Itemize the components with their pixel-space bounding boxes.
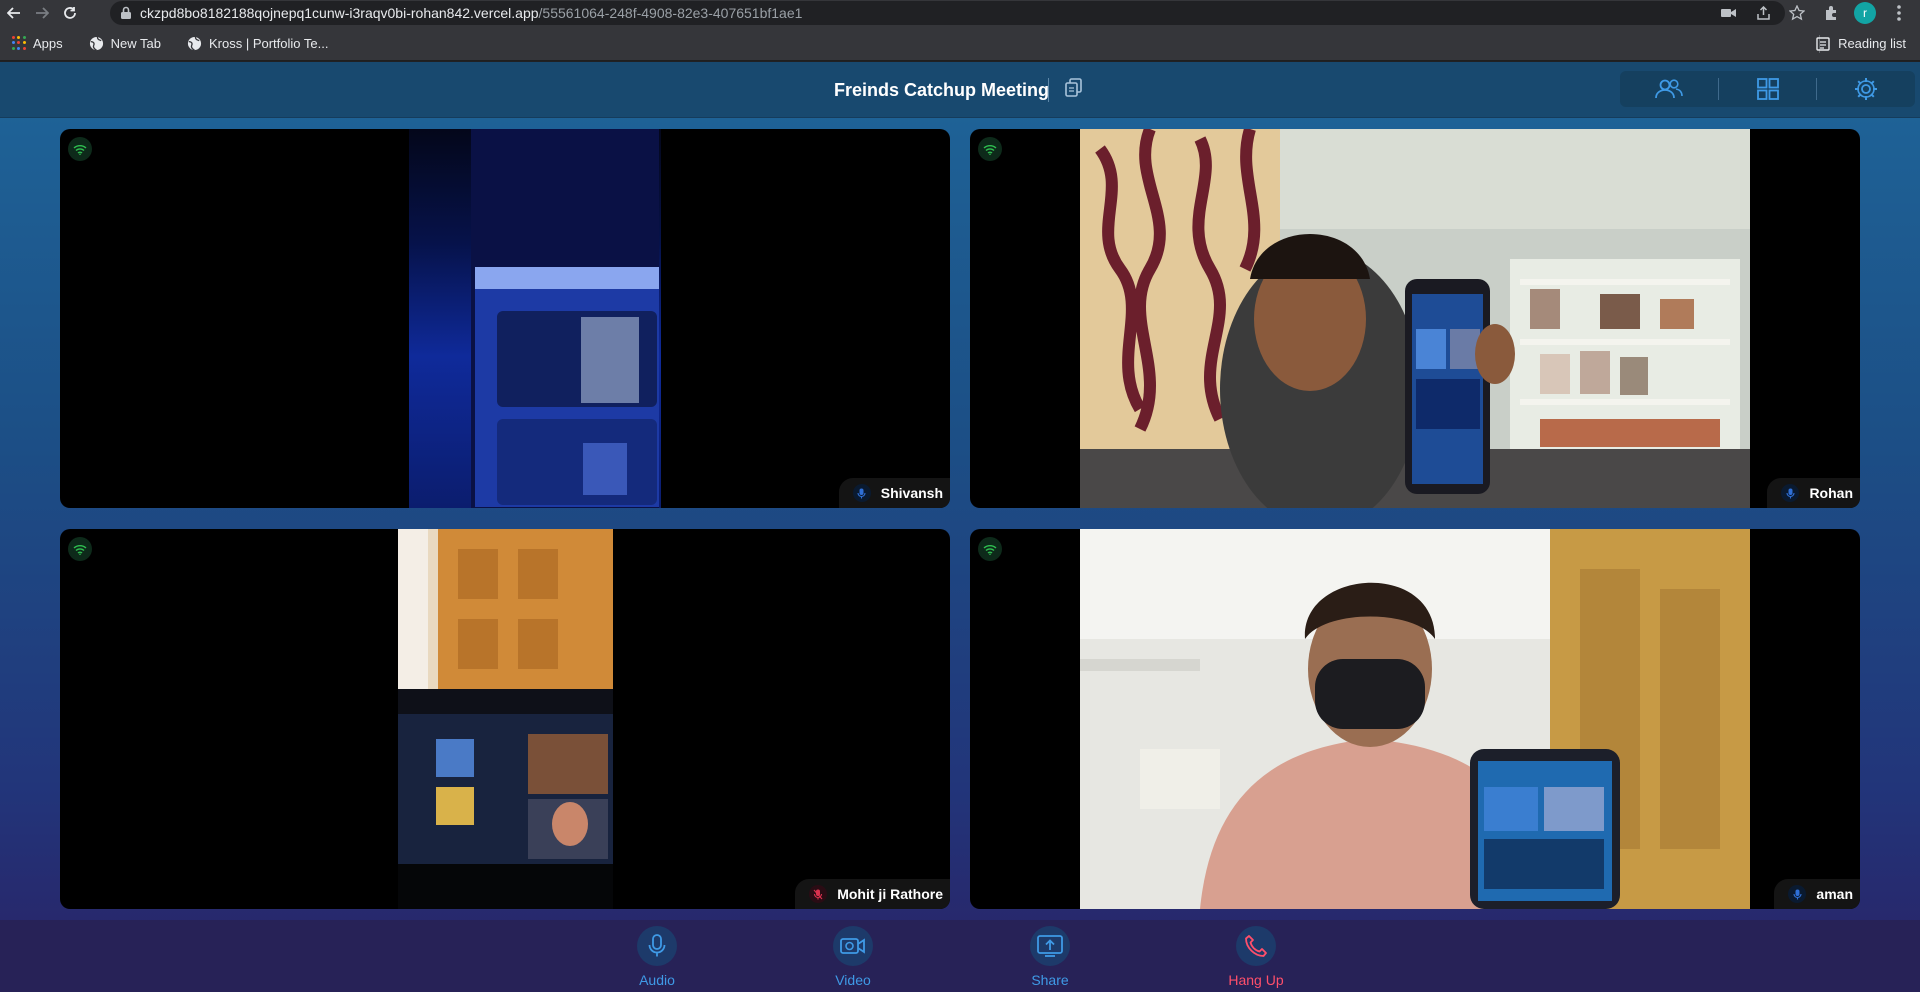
meeting-title: Freinds Catchup Meeting (834, 80, 1050, 100)
grid-view-button[interactable] (1719, 71, 1817, 107)
participants-icon (1654, 79, 1683, 99)
apps-grid-icon (12, 36, 26, 50)
bookmark-label: Apps (33, 35, 63, 51)
back-icon[interactable] (0, 0, 28, 26)
divider (1048, 78, 1049, 102)
participant-name: Mohit ji Rathore (837, 886, 943, 902)
connection-signal-icon (68, 537, 92, 561)
gear-icon (1855, 78, 1878, 100)
view-controls (1620, 71, 1915, 107)
settings-button[interactable] (1817, 71, 1915, 107)
participant-name-tag: aman (1774, 879, 1860, 909)
participant-tile[interactable]: Shivansh (60, 129, 950, 508)
video-frame (1080, 129, 1750, 508)
meeting-app: Freinds Catchup Meeting Shivansh Rohan M… (0, 62, 1920, 992)
reading-list-label: Reading list (1838, 36, 1906, 51)
connection-signal-icon (68, 137, 92, 161)
bookmark-label: New Tab (110, 35, 161, 51)
video-label: Video (835, 972, 871, 988)
hang-up-label: Hang Up (1228, 972, 1284, 988)
bookmark-label: Kross | Portfolio Te... (208, 35, 329, 51)
mic-on-icon (1781, 484, 1800, 502)
participant-name: aman (1816, 886, 1853, 902)
participant-tile[interactable]: Mohit ji Rathore (60, 529, 950, 909)
audio-button[interactable]: Audio (617, 926, 697, 988)
extensions-icon[interactable] (1820, 2, 1842, 24)
mic-on-icon (1788, 885, 1807, 903)
audio-label: Audio (639, 972, 675, 988)
participant-name-tag: Rohan (1767, 478, 1860, 508)
participant-video (398, 529, 673, 909)
bookmark-apps[interactable]: Apps (12, 36, 63, 51)
participant-tile[interactable]: aman (970, 529, 1860, 909)
share-button[interactable]: Share (1010, 926, 1090, 988)
hang-up-button[interactable]: Hang Up (1216, 926, 1296, 988)
url-text: ckzpd8bo8182188qojnepq1cunw-i3raqv0bi-ro… (140, 5, 802, 21)
share-screen-icon (1030, 926, 1070, 966)
camera-in-use-icon[interactable] (1718, 2, 1740, 24)
copy-link-icon[interactable] (1064, 77, 1084, 99)
browser-toolbar: ckzpd8bo8182188qojnepq1cunw-i3raqv0bi-ro… (0, 0, 1920, 26)
participants-button[interactable] (1620, 71, 1718, 107)
participant-name-tag: Mohit ji Rathore (795, 879, 950, 909)
mic-muted-icon (809, 885, 828, 903)
lock-icon (121, 6, 131, 19)
participant-video (409, 129, 661, 508)
participant-name: Rohan (1809, 485, 1853, 501)
reading-list-icon (1816, 36, 1830, 51)
bookmarks-bar: Apps New Tab Kross | Portfolio Te... Rea… (0, 26, 1920, 61)
participant-name: Shivansh (880, 485, 943, 501)
profile-avatar[interactable]: r (1854, 2, 1876, 24)
participant-video (1080, 529, 1750, 909)
bookmark-kross[interactable]: Kross | Portfolio Te... (187, 36, 328, 51)
bookmark-new-tab[interactable]: New Tab (89, 36, 161, 51)
participant-tile[interactable]: Rohan (970, 129, 1860, 508)
connection-signal-icon (978, 137, 1002, 161)
url-path: /55561064-248f-4908-82e3-407651bf1ae1 (538, 5, 803, 21)
participant-name-tag: Shivansh (838, 478, 950, 508)
grid-view-icon (1756, 78, 1779, 100)
meeting-header: Freinds Catchup Meeting (0, 62, 1920, 118)
call-controls: Audio Video Share Hang Up (0, 920, 1920, 992)
more-menu-icon[interactable] (1888, 2, 1910, 24)
video-frame (471, 129, 659, 508)
share-label: Share (1031, 972, 1069, 988)
video-frame (398, 529, 613, 909)
bookmark-star-icon[interactable] (1786, 2, 1808, 24)
video-button[interactable]: Video (813, 926, 893, 988)
microphone-icon (637, 926, 677, 966)
mic-on-icon (852, 484, 871, 502)
globe-icon (89, 36, 103, 51)
address-bar[interactable]: ckzpd8bo8182188qojnepq1cunw-i3raqv0bi-ro… (110, 1, 1785, 25)
reload-icon[interactable] (56, 0, 84, 26)
connection-signal-icon (978, 537, 1002, 561)
forward-icon[interactable] (28, 0, 56, 26)
participant-video (1080, 129, 1750, 508)
video-camera-icon (833, 926, 873, 966)
globe-icon (187, 36, 202, 51)
reading-list-button[interactable]: Reading list (1816, 26, 1906, 61)
share-page-icon[interactable] (1752, 2, 1774, 24)
phone-icon (1236, 926, 1276, 966)
url-host: ckzpd8bo8182188qojnepq1cunw-i3raqv0bi-ro… (140, 5, 539, 21)
video-frame (1080, 529, 1750, 909)
